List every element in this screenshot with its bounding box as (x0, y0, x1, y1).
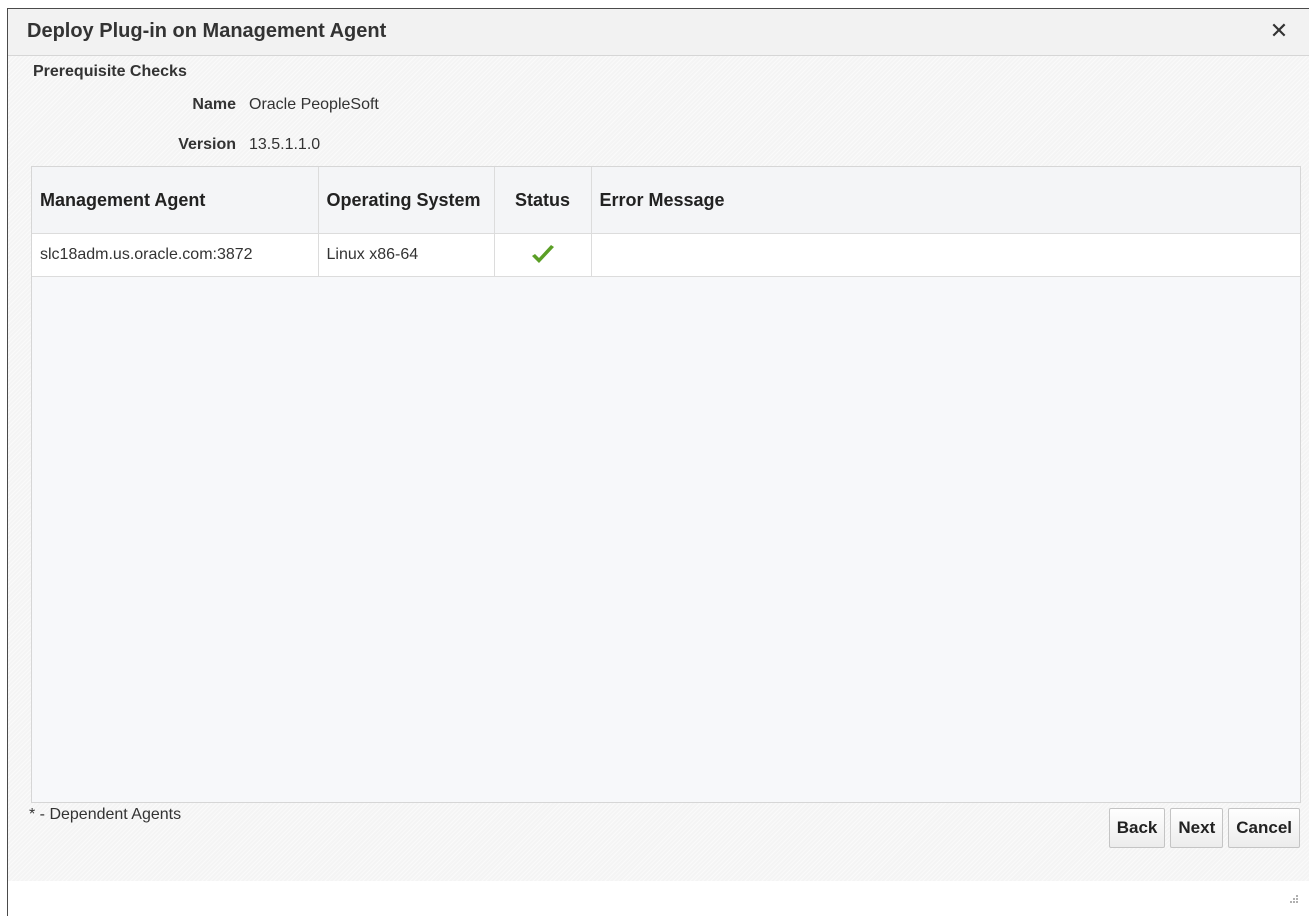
column-header-management-agent[interactable]: Management Agent (32, 167, 319, 234)
wizard-buttons: Back Next Cancel (1108, 808, 1300, 848)
column-header-operating-system[interactable]: Operating System (318, 167, 495, 234)
cell-management-agent: slc18adm.us.oracle.com:3872 (32, 233, 319, 277)
name-label: Name (192, 96, 236, 113)
version-label: Version (178, 136, 236, 153)
prerequisite-table: Management Agent Operating System Status… (31, 166, 1301, 803)
table-row[interactable]: slc18adm.us.oracle.com:3872 Linux x86-64 (32, 233, 1300, 277)
column-header-error-message[interactable]: Error Message (591, 167, 1300, 234)
dialog-body: Prerequisite Checks Name Oracle PeopleSo… (8, 56, 1309, 881)
version-value: 13.5.1.1.0 (249, 136, 321, 153)
cell-status (494, 233, 592, 277)
next-button[interactable]: Next (1170, 808, 1224, 848)
deploy-plugin-dialog: Deploy Plug-in on Management Agent ✕ Pre… (7, 8, 1309, 916)
cancel-button[interactable]: Cancel (1228, 808, 1300, 848)
table-header-row: Management Agent Operating System Status… (32, 167, 1300, 234)
resize-grip-icon[interactable] (1285, 892, 1299, 906)
cell-error-message (591, 233, 1300, 277)
section-title: Prerequisite Checks (33, 63, 187, 80)
column-header-status[interactable]: Status (494, 167, 592, 234)
back-button[interactable]: Back (1108, 808, 1166, 848)
name-value: Oracle PeopleSoft (249, 96, 379, 113)
close-icon[interactable]: ✕ (1269, 20, 1289, 42)
dialog-titlebar: Deploy Plug-in on Management Agent ✕ (8, 9, 1309, 56)
cell-operating-system: Linux x86-64 (318, 233, 495, 277)
checkmark-icon (531, 244, 554, 263)
dependent-agents-footnote: * - Dependent Agents (29, 806, 182, 823)
dialog-title: Deploy Plug-in on Management Agent (27, 20, 387, 42)
